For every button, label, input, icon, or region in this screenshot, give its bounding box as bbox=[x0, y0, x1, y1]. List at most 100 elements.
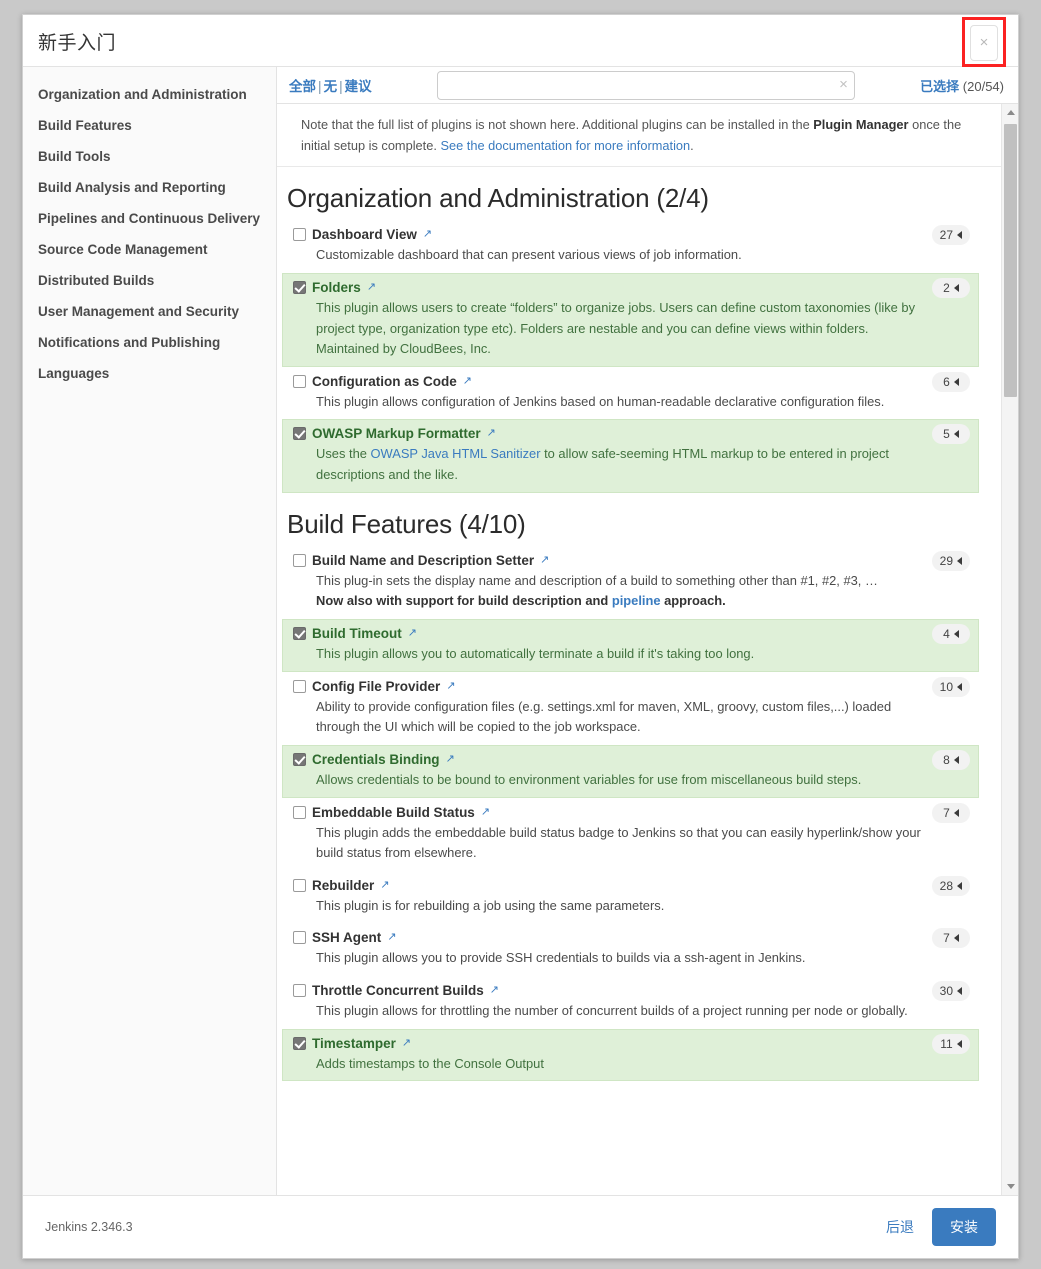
search-wrapper: × bbox=[372, 70, 921, 100]
plugin-row[interactable]: Embeddable Build Status ↗ 7 This plugin add… bbox=[282, 798, 979, 871]
external-link-icon[interactable]: ↗ bbox=[463, 375, 472, 387]
plugin-name: Configuration as Code bbox=[312, 373, 457, 389]
sidebar-item-1[interactable]: Build Features bbox=[23, 110, 276, 141]
dependency-count-badge[interactable]: 11 bbox=[932, 1033, 970, 1054]
external-link-icon[interactable]: ↗ bbox=[490, 985, 499, 996]
scroll-down-arrow-icon[interactable] bbox=[1002, 1178, 1018, 1195]
clear-search-icon[interactable]: × bbox=[839, 76, 848, 94]
plugin-row[interactable]: Rebuilder ↗ 28 This plugin is for rebuildin… bbox=[282, 871, 979, 924]
external-link-icon[interactable]: ↗ bbox=[487, 428, 496, 439]
install-button[interactable]: 安装 bbox=[932, 1208, 996, 1246]
plugin-header: Timestamper ↗ bbox=[293, 1036, 928, 1051]
description-text: This plugin adds the embeddable build st… bbox=[316, 824, 921, 861]
plugin-header: Rebuilder ↗ bbox=[293, 878, 928, 893]
sidebar-item-3[interactable]: Build Analysis and Reporting bbox=[23, 172, 276, 203]
sidebar-item-9[interactable]: Languages bbox=[23, 358, 276, 389]
checkbox-icon[interactable] bbox=[293, 931, 307, 945]
sidebar-item-4[interactable]: Pipelines and Continuous Delivery bbox=[23, 203, 276, 234]
dependency-count-badge[interactable]: 8 bbox=[932, 749, 970, 770]
external-link-icon[interactable]: ↗ bbox=[423, 229, 432, 240]
dependency-count-badge[interactable]: 29 bbox=[931, 550, 970, 571]
plugin-row[interactable]: SSH Agent ↗ 7 This plugin allows you to pro… bbox=[282, 923, 979, 976]
dependency-count-badge[interactable]: 4 bbox=[932, 623, 970, 644]
dependency-count-badge[interactable]: 7 bbox=[932, 802, 970, 823]
external-link-icon[interactable]: ↗ bbox=[540, 554, 549, 566]
checkbox-icon[interactable] bbox=[293, 374, 307, 388]
external-link-icon[interactable]: ↗ bbox=[380, 879, 389, 891]
close-icon[interactable]: × bbox=[970, 25, 998, 61]
sidebar-item-0[interactable]: Organization and Administration bbox=[23, 79, 276, 110]
description-link[interactable]: OWASP Java HTML Sanitizer bbox=[371, 446, 541, 461]
plugin-header: SSH Agent ↗ bbox=[293, 930, 928, 945]
plugin-description: This plugin allows for throttling the nu… bbox=[293, 998, 928, 1022]
vertical-scrollbar[interactable] bbox=[1001, 104, 1018, 1195]
external-link-icon[interactable]: ↗ bbox=[446, 680, 455, 692]
plugin-row[interactable]: Credentials Binding ↗ 8 Allows credentials … bbox=[282, 744, 979, 798]
caret-left-icon bbox=[957, 231, 962, 240]
notice-bold: Plugin Manager bbox=[813, 117, 909, 132]
sidebar-item-6[interactable]: Distributed Builds bbox=[23, 265, 276, 296]
description-text: This plugin allows configuration of Jenk… bbox=[316, 393, 885, 409]
checkbox-checked-icon[interactable] bbox=[293, 752, 307, 766]
scrollbar-thumb[interactable] bbox=[1004, 124, 1017, 397]
setup-wizard-modal: 新手入门 × Organization and Administration Bu… bbox=[22, 14, 1019, 1259]
badge-count: 29 bbox=[939, 553, 953, 568]
search-input[interactable] bbox=[436, 70, 855, 100]
dependency-count-badge[interactable]: 7 bbox=[932, 928, 970, 949]
badge-count: 7 bbox=[943, 931, 950, 946]
notice-documentation-link[interactable]: See the documentation for more informati… bbox=[440, 138, 690, 153]
plugin-row[interactable]: Throttle Concurrent Builds ↗ 30 This plugin… bbox=[282, 976, 979, 1029]
checkbox-checked-icon[interactable] bbox=[293, 626, 307, 640]
dependency-count-badge[interactable]: 27 bbox=[931, 225, 970, 246]
section-title: Build Features (4/10) bbox=[287, 508, 526, 539]
sidebar-item-8[interactable]: Notifications and Publishing bbox=[23, 327, 276, 358]
dependency-count-badge[interactable]: 10 bbox=[931, 676, 970, 697]
plugin-description: Adds timestamps to the Console Output bbox=[293, 1051, 928, 1075]
plugin-row[interactable]: Config File Provider ↗ 10 Ability to provid… bbox=[282, 672, 979, 745]
plugin-row[interactable]: Build Timeout ↗ 4 This plugin allows you to… bbox=[282, 618, 979, 672]
plugin-row[interactable]: Folders ↗ 2 This plugin allows users to cre… bbox=[282, 272, 979, 367]
filter-all-link[interactable]: 全部 bbox=[289, 79, 316, 94]
checkbox-checked-icon[interactable] bbox=[293, 427, 307, 441]
checkbox-icon[interactable] bbox=[293, 228, 307, 242]
dependency-count-badge[interactable]: 2 bbox=[932, 277, 970, 298]
plugin-row[interactable]: OWASP Markup Formatter ↗ 5 Uses the OWASP J… bbox=[282, 419, 979, 493]
external-link-icon[interactable]: ↗ bbox=[481, 806, 490, 818]
filter-none-link[interactable]: 无 bbox=[324, 79, 338, 94]
sidebar-item-7[interactable]: User Management and Security bbox=[23, 296, 276, 327]
dependency-count-badge[interactable]: 5 bbox=[932, 424, 970, 445]
external-link-icon[interactable]: ↗ bbox=[408, 627, 417, 639]
plugin-name: Credentials Binding bbox=[312, 751, 440, 767]
checkbox-icon[interactable] bbox=[293, 878, 307, 892]
external-link-icon[interactable]: ↗ bbox=[402, 1037, 411, 1049]
plugin-row[interactable]: Dashboard View ↗ 27 Customizable dashboard … bbox=[282, 220, 979, 273]
plugin-row[interactable]: Timestamper ↗ 11 Adds timestamps to the Con… bbox=[282, 1028, 979, 1082]
plugin-row[interactable]: Configuration as Code ↗ 6 This plugin allow… bbox=[282, 367, 979, 420]
dependency-count-badge[interactable]: 28 bbox=[931, 875, 970, 896]
scroll-up-arrow-icon[interactable] bbox=[1002, 104, 1018, 121]
description-text: This plugin is for rebuilding a job usin… bbox=[316, 897, 665, 913]
external-link-icon[interactable]: ↗ bbox=[367, 281, 376, 293]
checkbox-icon[interactable] bbox=[293, 679, 307, 693]
selected-count-label[interactable]: 已选择 bbox=[920, 79, 959, 94]
description-pipeline-link[interactable]: pipeline bbox=[612, 593, 661, 608]
checkbox-icon[interactable] bbox=[293, 553, 307, 567]
external-link-icon[interactable]: ↗ bbox=[446, 753, 455, 765]
back-button[interactable]: 后退 bbox=[886, 1217, 914, 1237]
section-title: Organization and Administration (2/4) bbox=[287, 183, 709, 214]
filter-suggested-link[interactable]: 建议 bbox=[345, 79, 372, 94]
sidebar-item-2[interactable]: Build Tools bbox=[23, 141, 276, 172]
dependency-count-badge[interactable]: 6 bbox=[932, 371, 970, 392]
checkbox-checked-icon[interactable] bbox=[293, 280, 307, 294]
description-text: Customizable dashboard that can present … bbox=[316, 247, 742, 263]
external-link-icon[interactable]: ↗ bbox=[387, 932, 396, 943]
sidebar-item-label: Pipelines and Continuous Delivery bbox=[38, 211, 261, 226]
checkbox-checked-icon[interactable] bbox=[293, 1036, 307, 1050]
dependency-count-badge[interactable]: 30 bbox=[931, 981, 970, 1002]
sidebar-item-5[interactable]: Source Code Management bbox=[23, 234, 276, 265]
checkbox-icon[interactable] bbox=[293, 805, 307, 819]
badge-count: 6 bbox=[943, 374, 950, 389]
plugin-row[interactable]: Build Name and Description Setter ↗ 29 This… bbox=[282, 546, 979, 619]
description-bold-text: Now also with support for build descript… bbox=[316, 593, 612, 609]
checkbox-icon[interactable] bbox=[293, 984, 307, 998]
